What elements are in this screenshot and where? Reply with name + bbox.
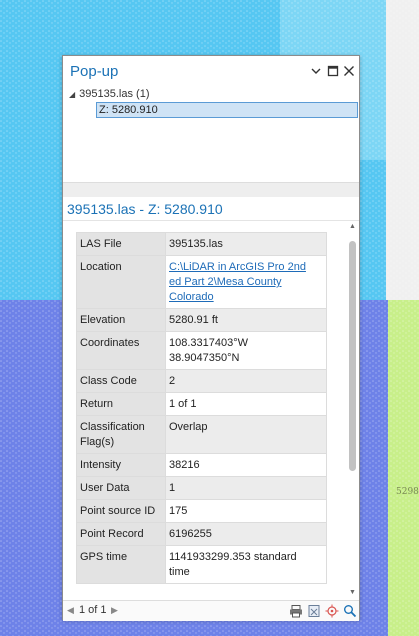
attribute-value: 1 of 1 <box>165 392 327 416</box>
attribute-value: C:\LiDAR in ArcGIS Pro 2nd ed Part 2\Mesa… <box>165 255 327 309</box>
attribute-value: 6196255 <box>165 522 327 546</box>
table-row: LAS File 395135.las <box>76 232 327 256</box>
attribute-key: Return <box>76 392 166 416</box>
attribute-value: 38216 <box>165 453 327 477</box>
flash-feature-icon[interactable] <box>325 604 339 618</box>
previous-icon[interactable]: ◀ <box>67 605 74 616</box>
attribute-panel[interactable]: LAS File 395135.las Location C:\LiDAR in… <box>63 221 359 599</box>
table-row: Class Code 2 <box>76 369 327 393</box>
attribute-key: LAS File <box>76 232 166 256</box>
chevron-down-icon[interactable] <box>309 64 323 78</box>
attribute-key: Point Record <box>76 522 166 546</box>
table-row: GPS time 1141933299.353 standard time <box>76 545 327 584</box>
attribute-value: 1 <box>165 476 327 500</box>
map-coordinate-label: 5298 <box>396 487 419 497</box>
print-icon[interactable] <box>289 604 303 618</box>
popup-title: Pop-up <box>70 63 119 80</box>
expand-caret-icon[interactable]: ◢ <box>69 90 75 99</box>
table-row: User Data 1 <box>76 476 327 500</box>
panel-splitter[interactable] <box>63 182 359 197</box>
feature-title: 395135.las - Z: 5280.910 <box>67 201 223 217</box>
attribute-key: Coordinates <box>76 331 166 370</box>
attribute-table: LAS File 395135.las Location C:\LiDAR in… <box>76 232 327 584</box>
table-row: Coordinates 108.3317403°W 38.9047350°N <box>76 331 327 370</box>
attribute-key: Class Code <box>76 369 166 393</box>
table-row: Classification Flag(s) Overlap <box>76 415 327 454</box>
vertical-scrollbar[interactable]: ▲ ▼ <box>347 222 358 598</box>
attribute-key: Elevation <box>76 308 166 332</box>
export-icon[interactable] <box>307 604 321 618</box>
table-row: Point Record 6196255 <box>76 522 327 546</box>
attribute-value: 175 <box>165 499 327 523</box>
attribute-value: 5280.91 ft <box>165 308 327 332</box>
attribute-value: 108.3317403°W 38.9047350°N <box>165 331 327 370</box>
popup-titlebar[interactable]: Pop-up <box>63 56 359 86</box>
scrollbar-thumb[interactable] <box>349 241 356 471</box>
attribute-key: User Data <box>76 476 166 500</box>
attribute-value: Overlap <box>165 415 327 454</box>
close-icon[interactable] <box>342 64 356 78</box>
attribute-value: 395135.las <box>165 232 327 256</box>
popup-footer: ◀ 1 of 1 ▶ <box>63 600 359 621</box>
tree-layer-node[interactable]: ◢ 395135.las (1) <box>69 88 149 100</box>
attribute-key: GPS time <box>76 545 166 584</box>
location-link[interactable]: C:\LiDAR in ArcGIS Pro 2nd ed Part 2\Mesa… <box>169 261 306 303</box>
attribute-key: Classification Flag(s) <box>76 415 166 454</box>
attribute-key: Point source ID <box>76 499 166 523</box>
scroll-up-icon[interactable]: ▲ <box>347 222 358 232</box>
maximize-icon[interactable] <box>326 64 340 78</box>
attribute-key: Location <box>76 255 166 309</box>
popup-window[interactable]: Pop-up ◢ 395135.las (1) Z: 5280.910 39513… <box>62 55 360 621</box>
attribute-value: 1141933299.353 standard time <box>165 545 327 584</box>
table-row: Intensity 38216 <box>76 453 327 477</box>
table-row: Return 1 of 1 <box>76 392 327 416</box>
scroll-down-icon[interactable]: ▼ <box>347 588 358 598</box>
record-count: 1 of 1 <box>79 604 107 616</box>
table-row: Location C:\LiDAR in ArcGIS Pro 2nd ed Pa… <box>76 255 327 309</box>
attribute-key: Intensity <box>76 453 166 477</box>
table-row: Point source ID 175 <box>76 499 327 523</box>
zoom-to-icon[interactable] <box>343 604 357 618</box>
table-row: Elevation 5280.91 ft <box>76 308 327 332</box>
tree-layer-label: 395135.las (1) <box>79 88 150 100</box>
attribute-value: 2 <box>165 369 327 393</box>
next-icon[interactable]: ▶ <box>111 605 118 616</box>
tree-selected-feature[interactable]: Z: 5280.910 <box>96 102 358 118</box>
